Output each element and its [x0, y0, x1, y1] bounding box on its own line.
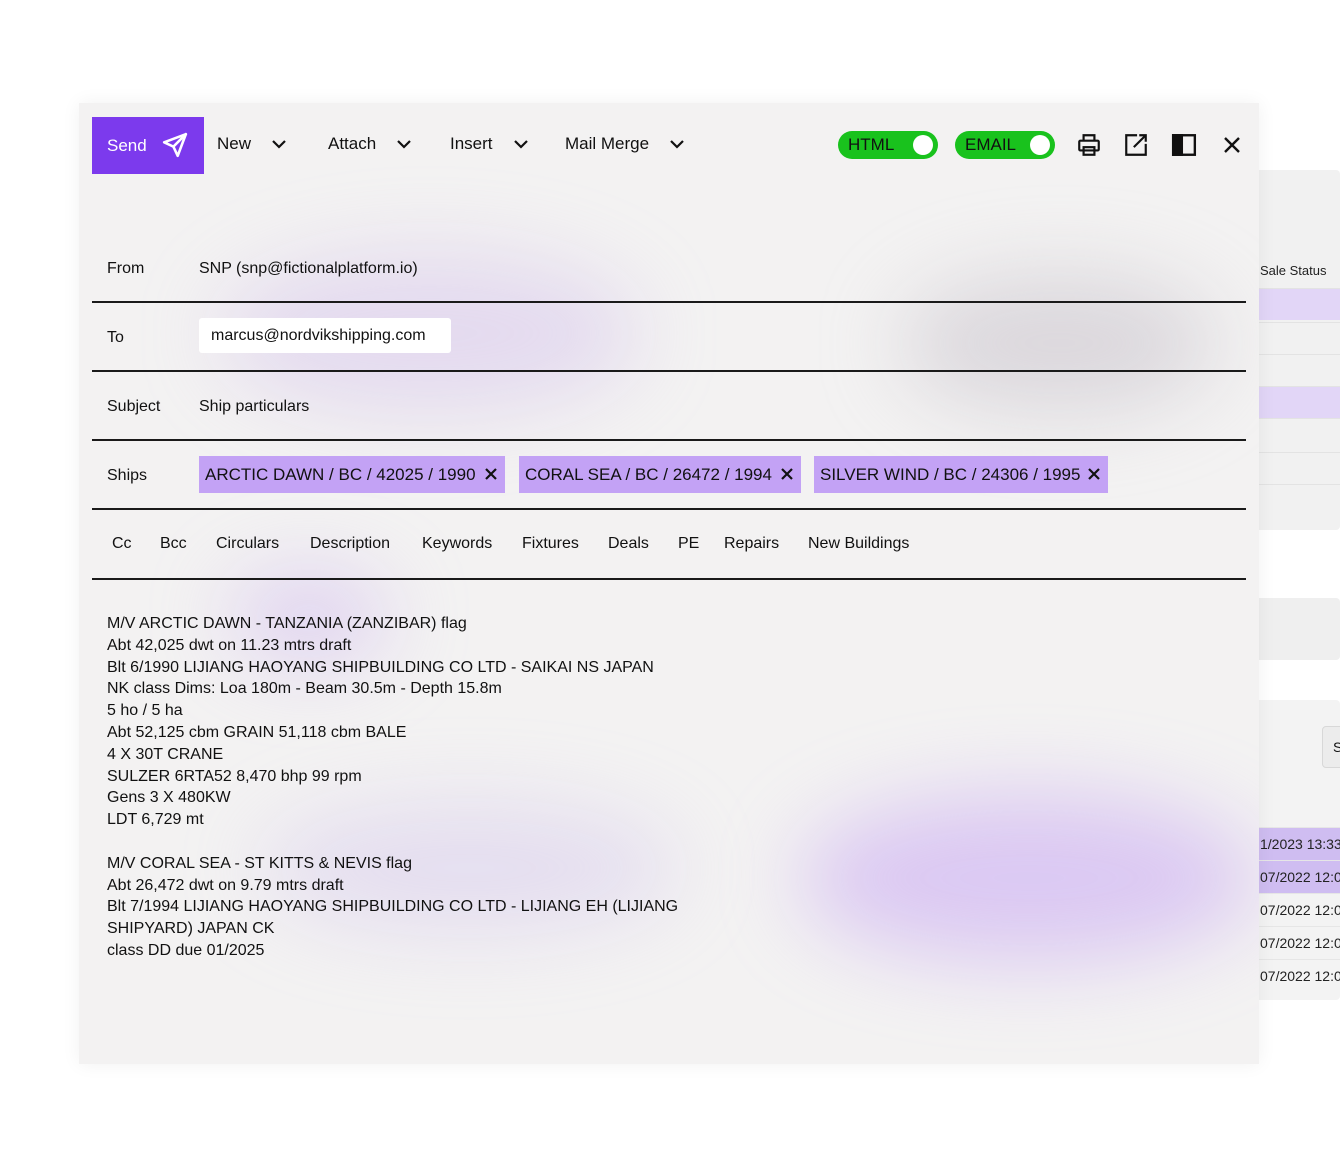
- chevron-down-icon: [513, 140, 528, 149]
- email-toggle[interactable]: EMAIL: [955, 131, 1055, 159]
- ship-chip-label: ARCTIC DAWN / BC / 42025 / 1990: [205, 464, 476, 484]
- chevron-down-icon: [670, 140, 684, 149]
- html-toggle[interactable]: HTML: [838, 131, 938, 159]
- attach-menu[interactable]: Attach: [328, 134, 412, 154]
- body-line: 4 X 30T CRANE: [107, 745, 224, 763]
- from-row: From SNP (snp@fictionalplatform.io): [92, 233, 1246, 303]
- ship-chip[interactable]: SILVER WIND / BC / 24306 / 1995: [814, 456, 1108, 493]
- tab-new-buildings[interactable]: New Buildings: [808, 535, 909, 553]
- body-line: Gens 3 X 480KW: [107, 789, 231, 807]
- background-button[interactable]: S: [1322, 726, 1340, 768]
- close-icon: [1224, 137, 1240, 153]
- printer-icon: [1078, 134, 1100, 156]
- tab-description[interactable]: Description: [310, 535, 390, 553]
- toolbar: Send New Attach Insert Mail Merge HTML E…: [79, 103, 1259, 187]
- compose-window: Send New Attach Insert Mail Merge HTML E…: [79, 103, 1259, 1064]
- body-line: 5 ho / 5 ha: [107, 702, 183, 720]
- chevron-down-icon: [397, 140, 411, 149]
- body-line: NK class Dims: Loa 180m - Beam 30.5m - D…: [107, 680, 502, 698]
- send-label: Send: [107, 135, 147, 155]
- body-line: SULZER 6RTA52 8,470 bhp 99 rpm: [107, 767, 362, 785]
- body-line: M/V ARCTIC DAWN - TANZANIA (ZANZIBAR) fl…: [107, 615, 467, 632]
- to-label: To: [107, 329, 124, 346]
- send-button[interactable]: Send: [92, 117, 204, 174]
- body-line: Blt 7/1994 LIJIANG HAOYANG SHIPBUILDING …: [107, 898, 679, 916]
- sale-status-header: Sale Status: [1260, 263, 1327, 278]
- subject-label: Subject: [107, 398, 161, 415]
- toggle-knob: [1030, 135, 1050, 155]
- chevron-down-icon: [272, 140, 286, 149]
- from-label: From: [107, 260, 145, 277]
- tab-keywords[interactable]: Keywords: [422, 535, 492, 553]
- tab-cc[interactable]: Cc: [112, 535, 132, 553]
- message-body[interactable]: M/V ARCTIC DAWN - TANZANIA (ZANZIBAR) fl…: [107, 613, 678, 962]
- body-line: M/V CORAL SEA - ST KITTS & NEVIS flag: [107, 854, 412, 872]
- subject-input[interactable]: Ship particulars: [199, 398, 309, 416]
- new-menu-label: New: [217, 134, 252, 153]
- attach-menu-label: Attach: [328, 134, 377, 153]
- subject-row: Subject Ship particulars: [92, 372, 1246, 441]
- ship-chip-label: SILVER WIND / BC / 24306 / 1995: [820, 464, 1081, 484]
- ship-chip[interactable]: CORAL SEA / BC / 26472 / 1994: [519, 456, 801, 493]
- open-external-icon: [1125, 134, 1147, 156]
- body-line: Blt 6/1990 LIJIANG HAOYANG SHIPBUILDING …: [107, 658, 654, 676]
- remove-chip-icon[interactable]: [779, 466, 795, 482]
- mail-merge-menu-label: Mail Merge: [565, 134, 650, 153]
- tab-pe[interactable]: PE: [678, 535, 699, 553]
- tab-repairs[interactable]: Repairs: [724, 535, 779, 553]
- body-line: Abt 42,025 dwt on 11.23 mtrs draft: [107, 636, 352, 654]
- tab-bcc[interactable]: Bcc: [160, 535, 187, 553]
- email-toggle-label: EMAIL: [965, 135, 1017, 154]
- to-input[interactable]: [199, 318, 451, 353]
- close-button[interactable]: [1217, 130, 1247, 160]
- body-line: Abt 26,472 dwt on 9.79 mtrs draft: [107, 876, 344, 894]
- decorative-glow: [799, 793, 1259, 963]
- field-tabs-row: Cc Bcc Circulars Description Keywords Fi…: [92, 510, 1246, 580]
- body-line: [107, 831, 678, 853]
- body-line: class DD due 01/2025: [107, 941, 265, 959]
- ship-chip-label: CORAL SEA / BC / 26472 / 1994: [525, 464, 772, 484]
- to-row: To: [92, 303, 1246, 372]
- insert-menu[interactable]: Insert: [450, 134, 529, 154]
- open-external-button[interactable]: [1121, 130, 1151, 160]
- ships-row: Ships ARCTIC DAWN / BC / 42025 / 1990 CO…: [92, 441, 1246, 510]
- new-menu[interactable]: New: [217, 134, 287, 154]
- tab-deals[interactable]: Deals: [608, 535, 649, 553]
- ships-label: Ships: [107, 467, 148, 484]
- mail-merge-menu[interactable]: Mail Merge: [565, 134, 685, 154]
- insert-menu-label: Insert: [450, 134, 493, 153]
- send-icon: [162, 132, 188, 158]
- ship-chip[interactable]: ARCTIC DAWN / BC / 42025 / 1990: [199, 456, 505, 493]
- remove-chip-icon[interactable]: [1086, 466, 1102, 482]
- body-line: Abt 52,125 cbm GRAIN 51,118 cbm BALE: [107, 723, 407, 741]
- from-value[interactable]: SNP (snp@fictionalplatform.io): [199, 260, 418, 278]
- toggle-sidebar-button[interactable]: [1169, 130, 1199, 160]
- tab-fixtures[interactable]: Fixtures: [522, 535, 579, 553]
- print-button[interactable]: [1074, 130, 1104, 160]
- toggle-knob: [913, 135, 933, 155]
- tab-circulars[interactable]: Circulars: [216, 535, 279, 553]
- remove-chip-icon[interactable]: [483, 466, 499, 482]
- html-toggle-label: HTML: [848, 135, 895, 154]
- sidebar-panel-icon: [1171, 134, 1197, 156]
- body-line: LDT 6,729 mt: [107, 811, 204, 829]
- body-line: SHIPYARD) JAPAN CK: [107, 920, 275, 938]
